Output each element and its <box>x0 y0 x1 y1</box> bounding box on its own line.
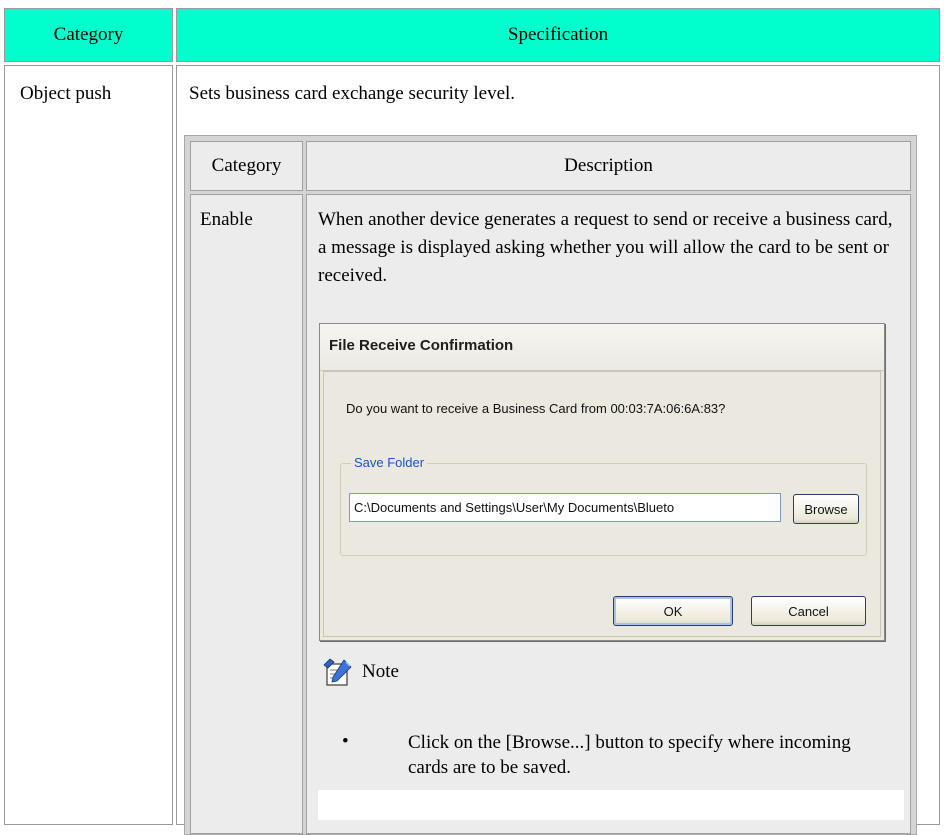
browse-button-label: Browse <box>804 501 848 517</box>
save-folder-path-input[interactable] <box>349 493 781 522</box>
header-label: Category <box>53 24 124 45</box>
spec-table-category-cell <box>4 65 173 825</box>
dialog-title: File Receive Confirmation <box>329 337 514 354</box>
enable-description: When another device generates a request … <box>318 209 893 286</box>
description-table-header-category: Category <box>190 141 303 191</box>
note-pencil-icon <box>323 658 352 686</box>
note-box <box>318 790 904 820</box>
description-table-header-description: Description <box>306 141 911 191</box>
spec-intro-text: Sets business card exchange security lev… <box>189 83 516 104</box>
header-label: Description <box>564 155 653 176</box>
header-label: Specification <box>507 24 609 45</box>
ok-button[interactable]: OK <box>613 596 733 626</box>
dialog-titlebar: File Receive Confirmation <box>320 324 884 371</box>
note-label: Note <box>362 661 399 682</box>
save-folder-label: Save Folder <box>351 455 428 470</box>
spec-table-header-specification: Specification <box>176 8 940 62</box>
header-label: Category <box>211 155 282 176</box>
spec-table-header-category: Category <box>4 8 173 62</box>
bullet-marker: • <box>342 731 349 752</box>
dialog-question: Do you want to receive a Business Card f… <box>346 401 726 416</box>
object-push-label: Object push <box>20 83 112 104</box>
ok-button-label: OK <box>663 603 683 619</box>
enable-label: Enable <box>200 209 253 230</box>
cancel-button[interactable]: Cancel <box>751 596 866 626</box>
note-bullet-text: Click on the [Browse...] button to speci… <box>408 732 851 778</box>
description-table-category-cell <box>190 194 303 834</box>
cancel-button-label: Cancel <box>788 603 829 619</box>
browse-button[interactable]: Browse <box>793 494 859 524</box>
file-receive-confirmation-dialog: File Receive Confirmation Do you want to… <box>319 323 885 641</box>
